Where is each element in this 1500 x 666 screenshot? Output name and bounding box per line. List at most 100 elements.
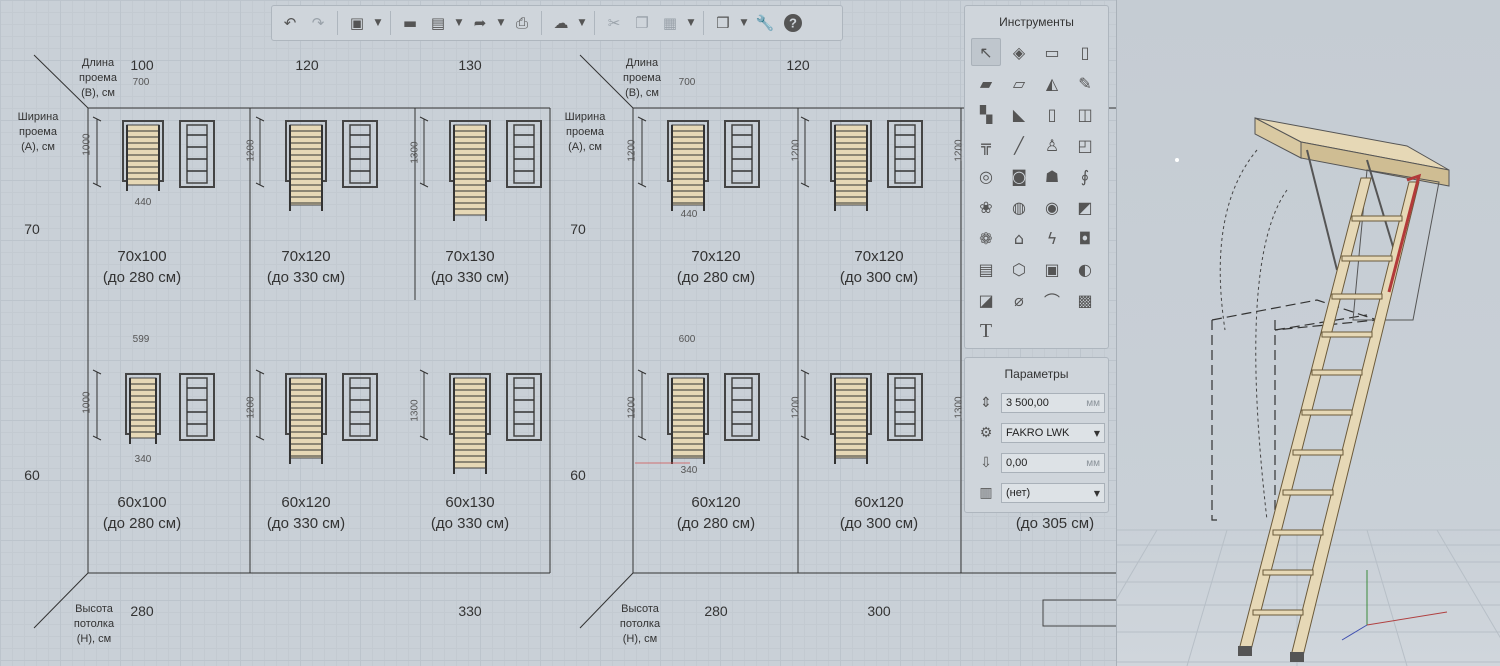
3d-viewport[interactable]: [1116, 0, 1500, 666]
washer-tool-icon[interactable]: ◍: [1004, 193, 1034, 221]
hatch-ladder-plan: [186, 377, 208, 437]
export-icon[interactable]: ➦: [468, 11, 492, 35]
length-header: 120: [786, 57, 810, 73]
cut-icon[interactable]: ✂: [602, 11, 626, 35]
electric-tool-icon[interactable]: ϟ: [1037, 224, 1067, 252]
misc-tool-icon[interactable]: ◩: [1070, 193, 1100, 221]
views-icon[interactable]: ❒: [711, 11, 735, 35]
house-tool-icon[interactable]: ⌂: [1004, 224, 1034, 252]
slab-tool-icon[interactable]: ▰: [971, 69, 1001, 97]
hatch-ladder-plan: [513, 124, 535, 184]
dimension-label: 340: [134, 454, 152, 465]
column-tool-icon[interactable]: ▯: [1070, 38, 1100, 66]
hinge-arm: [1306, 149, 1338, 271]
hatch-ladder-plan: [894, 377, 916, 437]
material-select[interactable]: (нет) ▼: [1001, 483, 1105, 503]
sofa-tool-icon[interactable]: ◰: [1070, 131, 1100, 159]
help-icon[interactable]: ?: [781, 11, 805, 35]
chair-tool-icon[interactable]: ♙: [1037, 131, 1067, 159]
railing-tool-icon[interactable]: ╦: [971, 131, 1001, 159]
terrain-tool-icon[interactable]: ◣: [1004, 100, 1034, 128]
height-header: 280: [704, 603, 728, 619]
hatch-box-plan: [506, 373, 542, 441]
chevron-down-icon[interactable]: ▼: [496, 18, 506, 28]
offset-input[interactable]: 0,00 мм: [1001, 453, 1105, 473]
chevron-down-icon[interactable]: ▼: [454, 18, 464, 28]
picture-tool-icon[interactable]: ◪: [971, 286, 1001, 314]
unit-label: мм: [1086, 397, 1100, 409]
cell-caption: 60x100 (до 280 см): [102, 494, 182, 532]
3d-shapes-tool-icon[interactable]: ◈: [1004, 38, 1034, 66]
curve-tool-icon[interactable]: ⌒: [1037, 286, 1067, 314]
hatch-box-plan: [724, 373, 760, 441]
toolbar-separator: [541, 11, 542, 35]
chevron-down-icon[interactable]: ▼: [577, 18, 587, 28]
open-folder-icon[interactable]: ▬: [398, 11, 422, 35]
beam-tool-icon[interactable]: ▱: [1004, 69, 1034, 97]
height-header: 330: [458, 603, 482, 619]
text-tool-icon[interactable]: T: [971, 317, 1001, 345]
tools-panel: Инструменты ↖ ◈ ▭ ▯ ▰ ▱ ◭ ✎ ▚ ◣ ▯ ◫ ╦ ╱ …: [964, 5, 1109, 349]
save-icon[interactable]: ▤: [426, 11, 450, 35]
door-tool-icon[interactable]: ▯: [1037, 100, 1067, 128]
copy-icon[interactable]: ❐: [630, 11, 654, 35]
height-label-right: Высота потолка (Н), см: [619, 603, 661, 645]
cell-caption-partial: (до 305 см): [1015, 515, 1095, 532]
appliance-tool-icon[interactable]: ◙: [1004, 162, 1034, 190]
plant-tool-icon[interactable]: ❀: [971, 193, 1001, 221]
height-input[interactable]: 3 500,00 мм: [1001, 393, 1105, 413]
model-select[interactable]: FAKRO LWK ▼: [1001, 423, 1105, 443]
shape-3d-tool-icon[interactable]: ⬡: [1004, 255, 1034, 283]
stairs-tool-icon[interactable]: ▚: [971, 100, 1001, 128]
paste-icon[interactable]: ▦: [658, 11, 682, 35]
roof-tool-icon[interactable]: ◭: [1037, 69, 1067, 97]
texture-tool-icon[interactable]: ▩: [1070, 286, 1100, 314]
plan-canvas[interactable]: Длина проема (B), см Ширина проема (А), …: [0, 0, 1116, 666]
ladder-foot: [1290, 652, 1304, 662]
dimension-label-vertical: 1000: [81, 133, 93, 156]
width-header: 70: [24, 221, 40, 237]
length-label-left: Длина проема (B), см: [79, 57, 117, 99]
dimension-label-vertical: 1300: [409, 141, 421, 164]
chevron-down-icon[interactable]: ▼: [686, 18, 696, 28]
hatch-box-plan: [179, 373, 215, 441]
print-icon[interactable]: ⎙: [510, 11, 534, 35]
rotate-tool-icon[interactable]: ◐: [1070, 255, 1100, 283]
chevron-down-icon[interactable]: ▼: [739, 18, 749, 28]
wall-tool-icon[interactable]: ▭: [1037, 38, 1067, 66]
pipe-tool-icon[interactable]: ∮: [1070, 162, 1100, 190]
hatch-ladder-plan: [731, 124, 753, 184]
pet-tool-icon[interactable]: ◉: [1037, 193, 1067, 221]
swing-arc: [1219, 149, 1258, 331]
lamp-tool-icon[interactable]: ☗: [1037, 162, 1067, 190]
height-param-row: ⇕ 3 500,00 мм: [971, 392, 1105, 414]
window-tool-icon[interactable]: ◫: [1070, 100, 1100, 128]
render-icon[interactable]: ☁: [549, 11, 573, 35]
3d-object-icon[interactable]: ▣: [345, 11, 369, 35]
settings-wrench-icon[interactable]: 🔧: [753, 11, 777, 35]
pencil-tool-icon[interactable]: ✎: [1070, 69, 1100, 97]
line-tool-icon[interactable]: ╱: [1004, 131, 1034, 159]
light-marker: [1175, 158, 1179, 162]
dimension-label-vertical: 1200: [626, 396, 638, 419]
height-label-left: Высота потолка (Н), см: [73, 603, 115, 645]
select-tool-icon[interactable]: ↖: [971, 38, 1001, 66]
bath-tool-icon[interactable]: ❁: [971, 224, 1001, 252]
redo-icon[interactable]: ↷: [306, 11, 330, 35]
dimension-label-vertical: 1200: [245, 139, 257, 162]
undo-icon[interactable]: ↶: [278, 11, 302, 35]
width-header: 60: [570, 467, 586, 483]
hatch-box-plan: [506, 120, 542, 188]
chevron-down-icon[interactable]: ▼: [373, 18, 383, 28]
attic-ladder-3d-model: [1117, 117, 1500, 666]
hatch-ladder-plan: [349, 124, 371, 184]
building-tool-icon[interactable]: ▤: [971, 255, 1001, 283]
dimension-tool-icon[interactable]: ⌀: [1004, 286, 1034, 314]
offset-icon: ⇩: [980, 455, 992, 471]
hatch-box-plan: [887, 120, 923, 188]
photo-frame-tool-icon[interactable]: ▣: [1037, 255, 1067, 283]
plan-drawing: [33, 54, 1116, 629]
dimension-label: 600: [678, 334, 696, 345]
table-tool-icon[interactable]: ◎: [971, 162, 1001, 190]
camera-tool-icon[interactable]: ◘: [1070, 224, 1100, 252]
